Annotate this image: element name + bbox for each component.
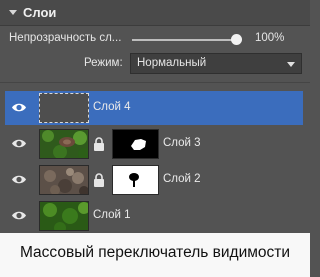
chevron-down-icon: [287, 62, 295, 67]
blend-mode-row: Режим: Нормальный: [0, 53, 310, 75]
eye-icon[interactable]: [11, 174, 27, 185]
tooltip-caption: Массовый переключатель видимости: [19, 244, 291, 261]
layer-name[interactable]: Слой 4: [93, 101, 131, 113]
layer-mask-thumbnail[interactable]: [112, 129, 159, 159]
panel-header[interactable]: Слои: [0, 0, 310, 26]
eye-icon[interactable]: [11, 138, 27, 149]
eye-icon[interactable]: [11, 210, 27, 221]
divider: [0, 82, 310, 83]
tooltip-banner: Массовый переключатель видимости: [0, 233, 310, 277]
layers-panel: Слои Непрозрачность сл... 100% Режим: Но…: [0, 0, 310, 277]
layer-name[interactable]: Слой 1: [93, 209, 131, 221]
lock-icon[interactable]: [93, 137, 105, 151]
layer-thumbnail[interactable]: [39, 201, 89, 231]
layer-thumbnail[interactable]: [39, 129, 89, 159]
opacity-row: Непрозрачность сл... 100%: [0, 28, 310, 50]
layer-mask-thumbnail[interactable]: [112, 165, 159, 195]
layer-thumbnail[interactable]: [39, 93, 89, 123]
opacity-value: 100%: [255, 32, 285, 44]
eye-icon[interactable]: [11, 102, 27, 113]
blend-mode-select[interactable]: Нормальный: [130, 53, 302, 74]
blend-mode-value: Нормальный: [137, 57, 207, 69]
blend-mode-label: Режим:: [84, 57, 123, 69]
layer-row-2[interactable]: Слой 2: [5, 163, 303, 197]
layer-name[interactable]: Слой 3: [163, 137, 201, 149]
lock-icon[interactable]: [93, 173, 105, 187]
opacity-slider-track[interactable]: [132, 39, 239, 41]
layer-thumbnail[interactable]: [39, 165, 89, 195]
panel-title: Слои: [23, 5, 57, 20]
opacity-label: Непрозрачность сл...: [9, 32, 122, 44]
collapse-caret-icon[interactable]: [9, 10, 17, 15]
layer-row-4[interactable]: Слой 4: [5, 91, 303, 125]
layer-row-1[interactable]: Слой 1: [5, 199, 303, 233]
layer-row-3[interactable]: Слой 3: [5, 127, 303, 161]
opacity-slider-thumb[interactable]: [231, 34, 242, 45]
layer-name[interactable]: Слой 2: [163, 173, 201, 185]
